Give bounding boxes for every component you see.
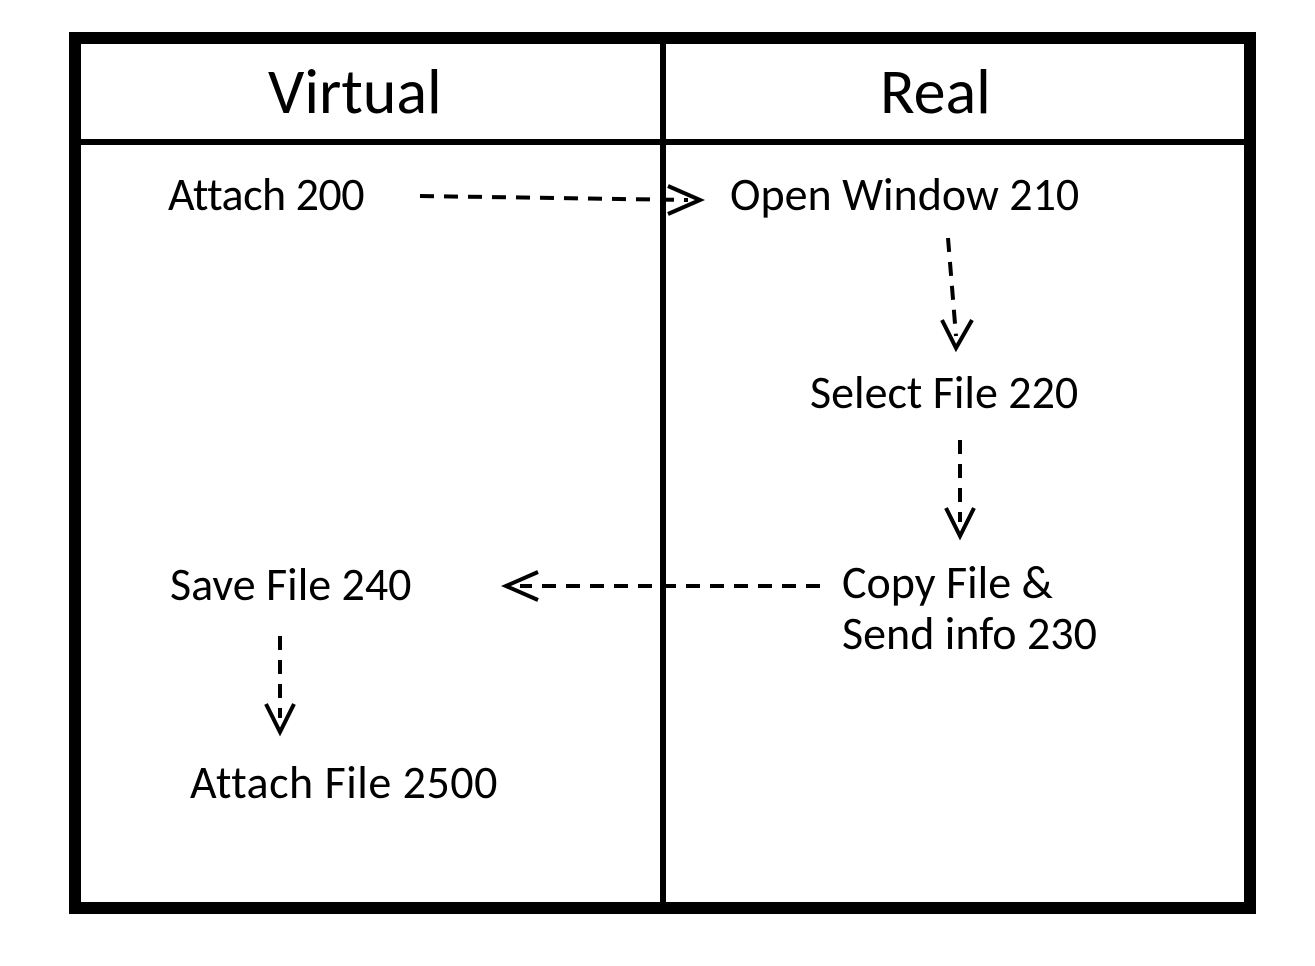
diagram-stage: Virtual Real Attach 200 Save File 240 At… — [0, 0, 1315, 966]
node-open-window: Open Window 210 — [730, 170, 1079, 221]
header-virtual: Virtual — [268, 60, 442, 124]
node-copy-send: Copy File & Send info 230 — [842, 558, 1142, 659]
arrow-open-to-select — [948, 238, 956, 336]
diagram-svg — [0, 0, 1315, 966]
header-real: Real — [880, 60, 991, 124]
node-attach-file: Attach File 2500 — [190, 758, 498, 809]
node-attach: Attach 200 — [168, 170, 364, 221]
arrow-attach-to-open — [420, 196, 688, 200]
node-select-file: Select File 220 — [810, 368, 1078, 419]
node-save-file: Save File 240 — [170, 560, 412, 611]
